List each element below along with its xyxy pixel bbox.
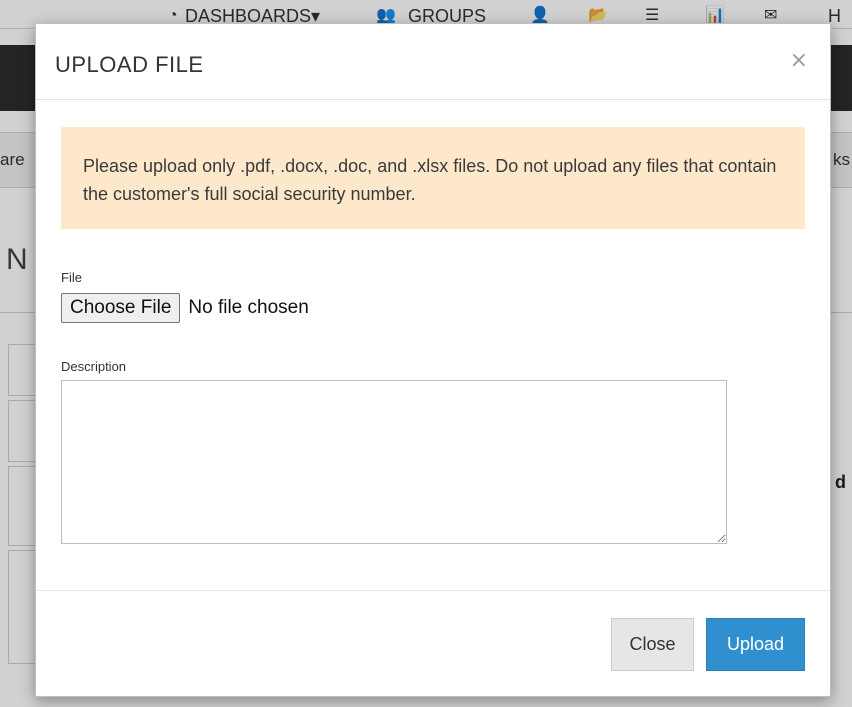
- close-button[interactable]: Close: [611, 618, 694, 671]
- file-input: Choose File No file chosen: [61, 293, 309, 323]
- close-icon[interactable]: ×: [788, 48, 810, 74]
- upload-button[interactable]: Upload: [706, 618, 805, 671]
- description-textarea[interactable]: [61, 380, 727, 544]
- upload-warning-alert: Please upload only .pdf, .docx, .doc, an…: [61, 127, 805, 229]
- dialog-footer-divider: [36, 590, 830, 591]
- choose-file-button[interactable]: Choose File: [61, 293, 181, 323]
- file-status-text: No file chosen: [188, 297, 309, 318]
- file-label: File: [61, 270, 82, 285]
- dialog-title: UPLOAD FILE: [55, 52, 204, 77]
- upload-file-dialog: UPLOAD FILE × Please upload only .pdf, .…: [35, 23, 831, 697]
- dialog-header: UPLOAD FILE ×: [36, 24, 830, 100]
- description-label: Description: [61, 359, 127, 374]
